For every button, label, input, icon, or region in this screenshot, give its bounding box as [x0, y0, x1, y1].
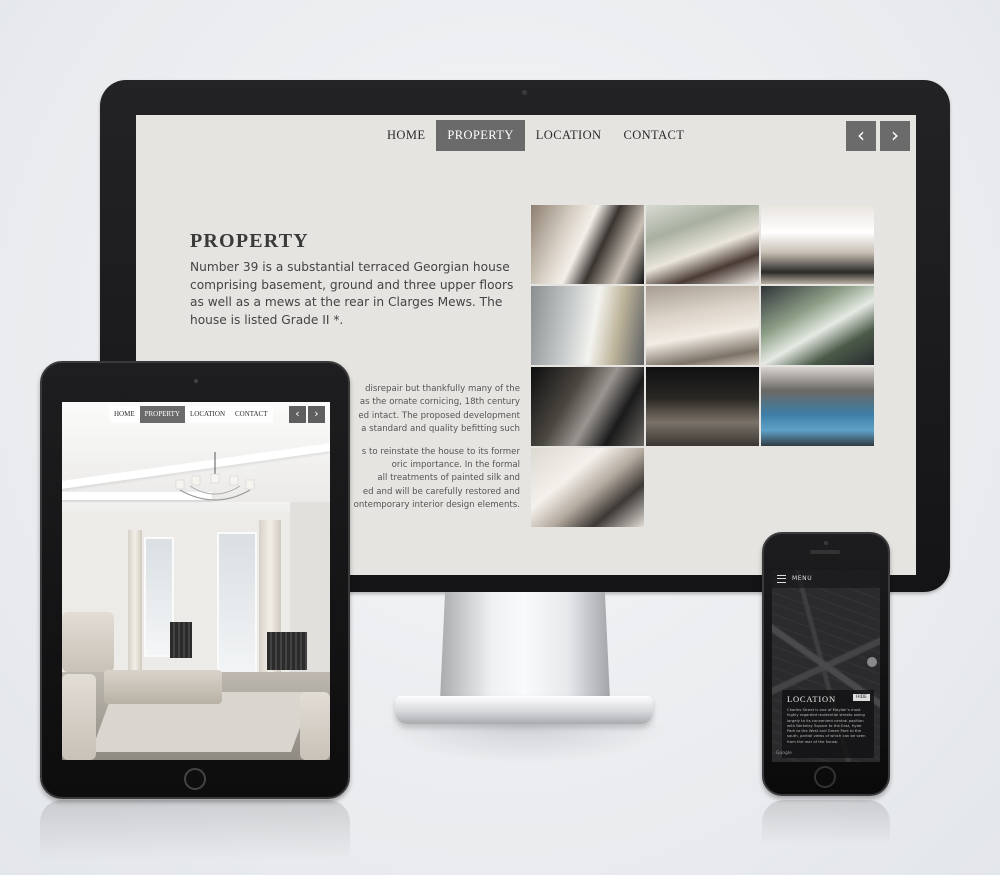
- prev-arrow-icon[interactable]: ‹: [289, 406, 306, 423]
- phone-reflection: [762, 800, 890, 845]
- gallery-thumb-staircase[interactable]: [531, 205, 644, 284]
- nav-home[interactable]: HOME: [109, 406, 140, 423]
- nav-home[interactable]: HOME: [376, 120, 436, 151]
- nav-contact[interactable]: CONTACT: [230, 406, 273, 423]
- room-curtain: [128, 530, 142, 670]
- room-sofa: [62, 612, 114, 672]
- map-credit: Google: [776, 751, 792, 756]
- desktop-main-nav: HOME PROPERTY LOCATION CONTACT: [376, 120, 695, 151]
- next-arrow-icon[interactable]: ›: [880, 121, 910, 151]
- monitor-camera: [522, 90, 527, 95]
- gallery-thumb-kitchen[interactable]: [531, 286, 644, 365]
- restoration-text-2: s to reinstate the house to its former o…: [353, 446, 520, 511]
- phone-home-button: [814, 766, 836, 788]
- nav-property[interactable]: PROPERTY: [139, 406, 185, 423]
- room-radiator: [170, 622, 192, 658]
- nav-location[interactable]: LOCATION: [525, 120, 613, 151]
- restoration-text-1: disrepair but thankfully many of the as …: [358, 384, 520, 435]
- phone-header: MENU: [772, 570, 880, 588]
- menu-label[interactable]: MENU: [792, 575, 812, 582]
- gallery-thumb-living-room[interactable]: [646, 286, 759, 365]
- gallery-thumb-dining-room[interactable]: [761, 286, 874, 365]
- monitor-stand-base: [395, 696, 653, 724]
- nav-contact[interactable]: CONTACT: [612, 120, 695, 151]
- phone-camera: [824, 541, 828, 545]
- property-intro: Number 39 is a substantial terraced Geor…: [190, 260, 514, 327]
- monitor-stand-shadow: [380, 724, 670, 764]
- phone-website: MENU LOCATION HIDE Charles Street is one…: [772, 570, 880, 762]
- nav-location[interactable]: LOCATION: [185, 406, 230, 423]
- room-window: [217, 532, 257, 682]
- property-gallery: [531, 205, 874, 527]
- gallery-thumb-pool[interactable]: [761, 367, 874, 446]
- gallery-thumb-library[interactable]: [531, 367, 644, 446]
- gallery-thumb-drawing-room[interactable]: [646, 205, 759, 284]
- tablet-reflection: [40, 800, 350, 860]
- room-armchair: [62, 674, 96, 760]
- section-title: PROPERTY: [190, 230, 309, 252]
- tablet-main-nav: HOME PROPERTY LOCATION CONTACT: [109, 406, 273, 423]
- room-radiator: [267, 632, 307, 670]
- gallery-thumb-bedroom[interactable]: [531, 448, 644, 527]
- gallery-thumb-cinema[interactable]: [646, 367, 759, 446]
- tablet-home-button: [184, 768, 206, 790]
- phone-speaker: [810, 550, 840, 554]
- hamburger-menu-icon[interactable]: [777, 575, 786, 583]
- map-pin-icon[interactable]: [867, 657, 877, 667]
- location-info-panel: LOCATION HIDE Charles Street is one of M…: [782, 690, 874, 758]
- room-ottoman: [104, 670, 222, 704]
- tablet-camera: [194, 379, 198, 383]
- chandelier-icon: [175, 452, 255, 501]
- location-description: Charles Street is one of Mayfair's most …: [787, 707, 866, 744]
- next-arrow-icon[interactable]: ›: [308, 406, 325, 423]
- monitor-stand-neck: [440, 592, 610, 700]
- room-armchair: [300, 692, 330, 760]
- gallery-thumb-reception[interactable]: [761, 205, 874, 284]
- prev-arrow-icon[interactable]: ‹: [846, 121, 876, 151]
- tablet-website: HOME PROPERTY LOCATION CONTACT ‹ ›: [62, 402, 330, 760]
- nav-property[interactable]: PROPERTY: [436, 120, 525, 151]
- hide-button[interactable]: HIDE: [852, 694, 870, 701]
